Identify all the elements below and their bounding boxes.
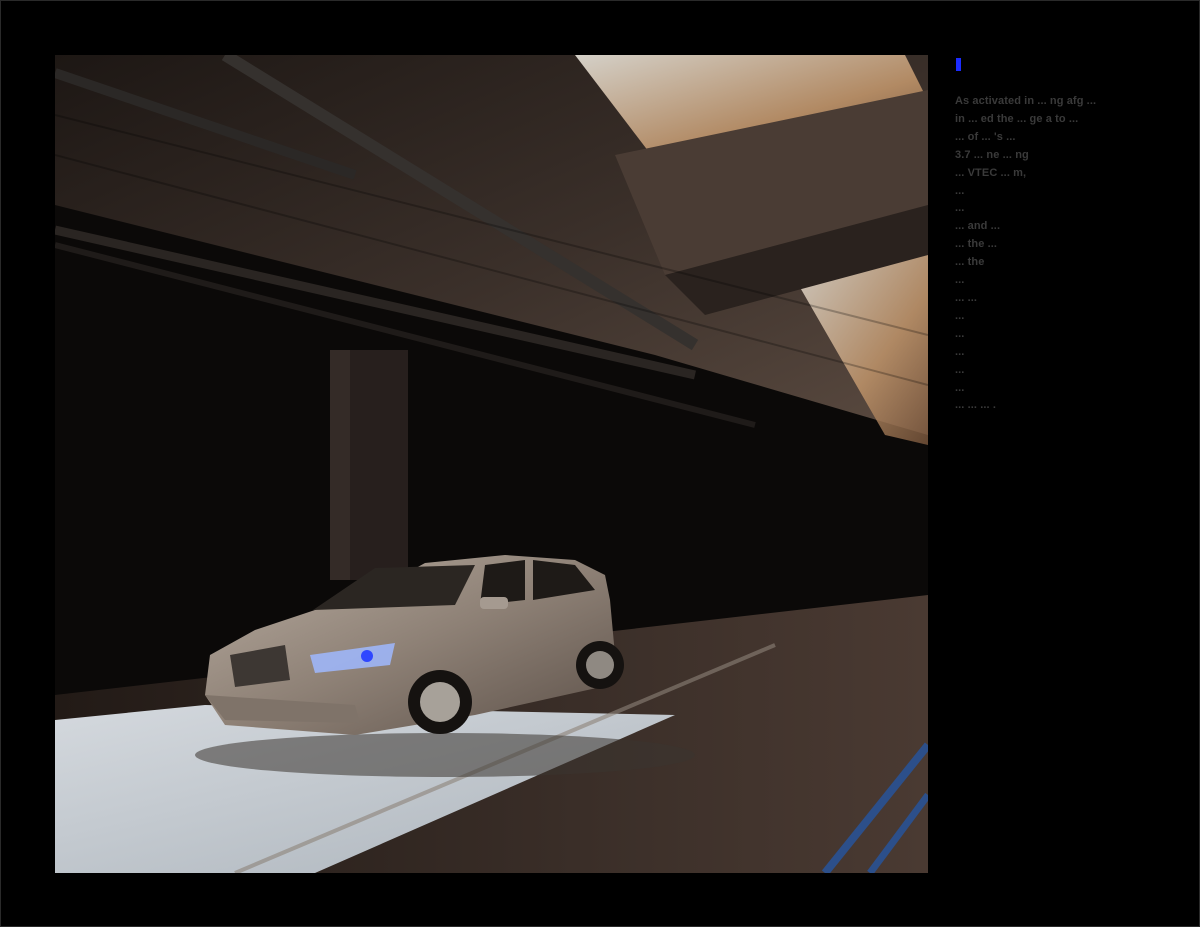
rear-wheel-rim — [586, 651, 614, 679]
car-photo-illustration — [55, 55, 928, 873]
front-wheel-rim — [420, 682, 460, 722]
headlight-glow — [361, 650, 373, 662]
brochure-page: As activated in ... ng afg ... in ... ed… — [0, 0, 1200, 927]
body-paragraph: As activated in ... ng afg ... in ... ed… — [955, 95, 1097, 412]
section-marker — [956, 58, 961, 71]
car-shadow — [195, 733, 695, 777]
car-photo — [55, 55, 928, 873]
pillar-highlight — [330, 350, 350, 580]
car-mirror — [480, 597, 508, 609]
